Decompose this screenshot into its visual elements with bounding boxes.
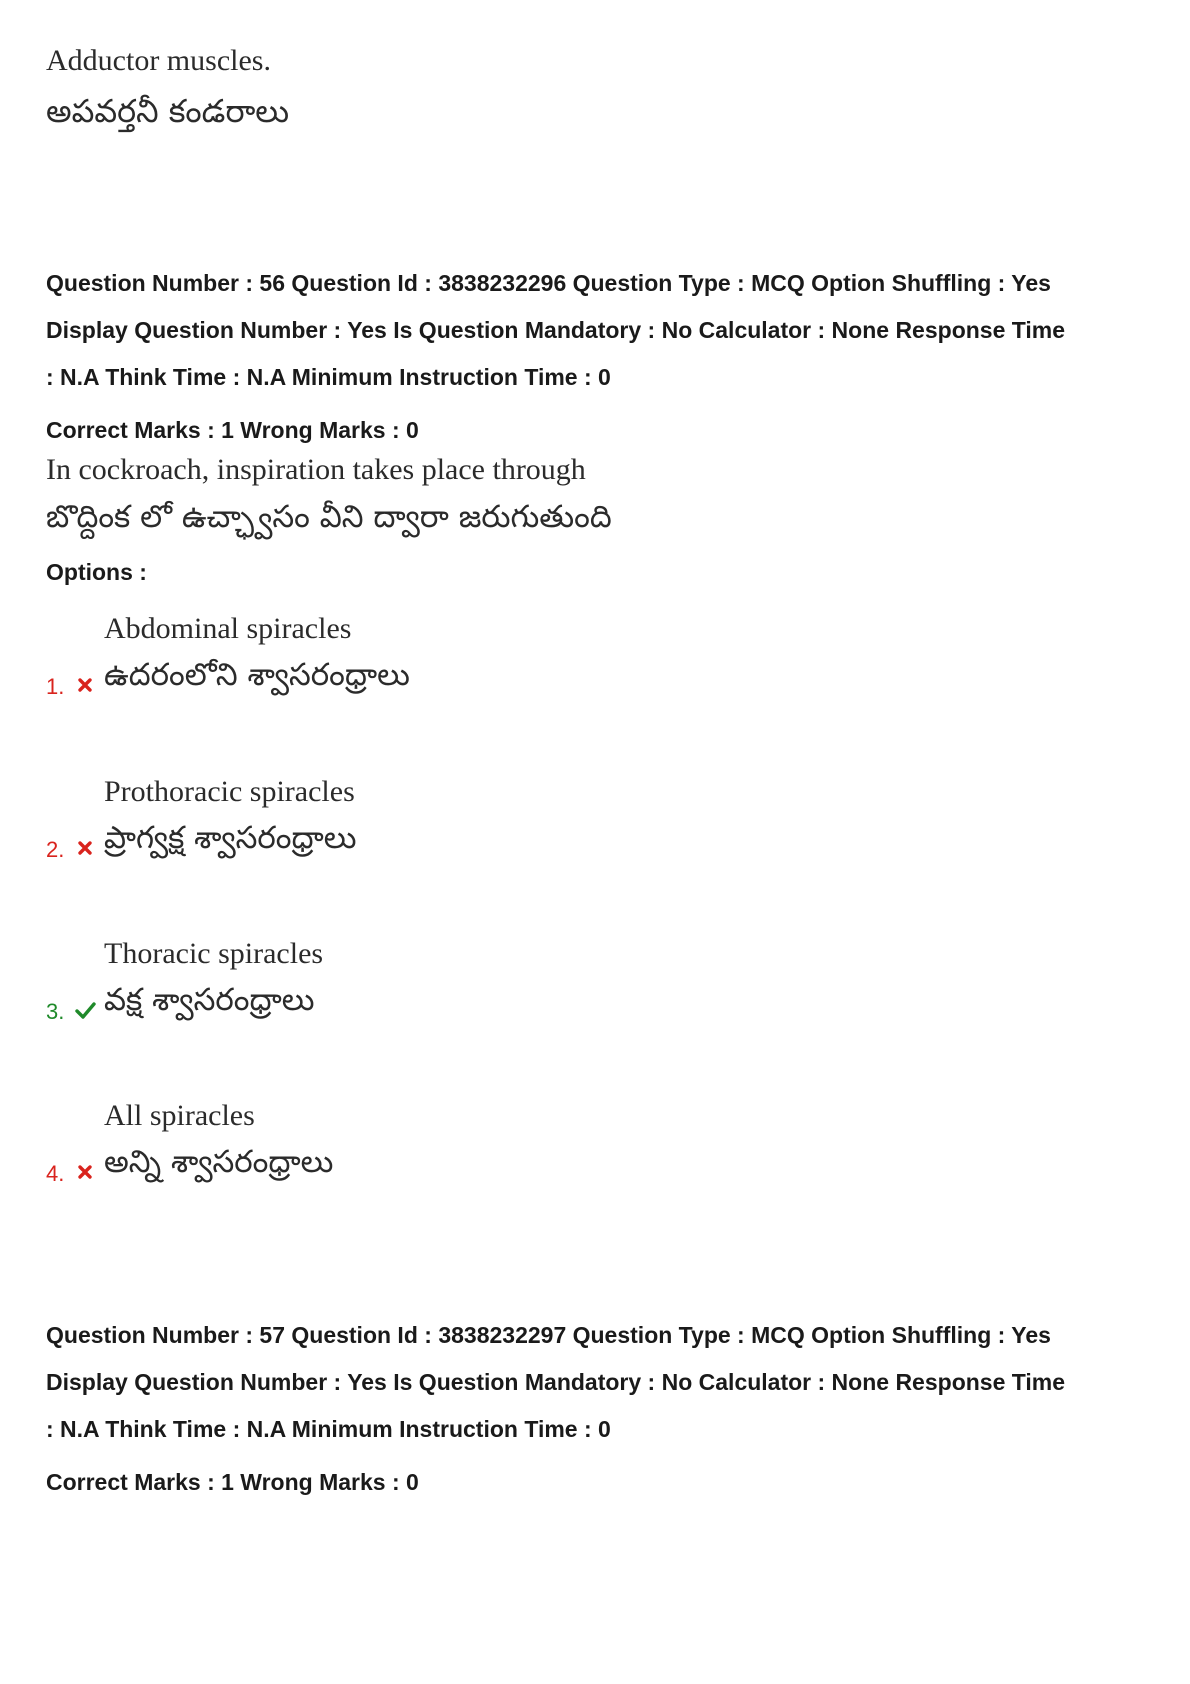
- previous-option-english: Adductor muscles.: [46, 44, 271, 77]
- option-text-telugu: అన్ని శ్వాసరంధ్రాలు: [104, 1144, 334, 1180]
- option-text-telugu: ఉదరంలోని శ్వాసరంధ్రాలు: [104, 657, 410, 693]
- option-text-english: All spiracles: [104, 1099, 255, 1132]
- option-text-english: Prothoracic spiracles: [104, 775, 355, 808]
- metadata-line: Question Number : 57 Question Id : 38382…: [46, 1322, 1051, 1348]
- question-57-metadata: Question Number : 57 Question Id : 38382…: [46, 1312, 1156, 1453]
- cross-icon: [78, 678, 92, 692]
- option-text-english: Abdominal spiracles: [104, 612, 352, 645]
- option-text-telugu: వక్ష శ్వాసరంధ్రాలు: [104, 982, 315, 1018]
- cross-icon: [78, 841, 92, 855]
- option-number: 4.: [46, 1161, 65, 1186]
- option-number: 3.: [46, 999, 65, 1024]
- question-text-telugu: బొద్దింక లో ఉచ్ఛ్వాసం వీని ద్వారా జరుగుత…: [46, 499, 612, 535]
- options-label: Options :: [46, 559, 147, 585]
- question-57-marks: Correct Marks : 1 Wrong Marks : 0: [46, 1469, 419, 1495]
- previous-option-telugu: అపవర్తనీ కండరాలు: [46, 92, 290, 130]
- metadata-line: Display Question Number : Yes Is Questio…: [46, 1369, 1066, 1395]
- option-text-telugu: ప్రాగ్వక్ష శ్వాసరంధ్రాలు: [104, 820, 357, 856]
- metadata-line: Display Question Number : Yes Is Questio…: [46, 317, 1066, 343]
- question-text-english: In cockroach, inspiration takes place th…: [46, 453, 586, 486]
- question-56-metadata: Question Number : 56 Question Id : 38382…: [46, 260, 1156, 401]
- metadata-line: Question Number : 56 Question Id : 38382…: [46, 270, 1051, 296]
- option-4: 4. All spiracles అన్ని శ్వాసరంధ్రాలు: [0, 1099, 1190, 1229]
- option-text-english: Thoracic spiracles: [104, 937, 324, 970]
- option-number: 1.: [46, 674, 65, 699]
- option-1: 1. Abdominal spiracles ఉదరంలోని శ్వాసరంధ…: [0, 612, 1190, 742]
- cross-icon: [78, 1165, 92, 1179]
- option-3: 3. Thoracic spiracles వక్ష శ్వాసరంధ్రాలు: [0, 937, 1190, 1067]
- metadata-line: : N.A Think Time : N.A Minimum Instructi…: [46, 364, 611, 390]
- metadata-line: : N.A Think Time : N.A Minimum Instructi…: [46, 1416, 611, 1442]
- option-number: 2.: [46, 837, 65, 862]
- question-56-marks: Correct Marks : 1 Wrong Marks : 0: [46, 417, 419, 443]
- option-2: 2. Prothoracic spiracles ప్రాగ్వక్ష శ్వా…: [0, 775, 1190, 905]
- check-icon: [75, 1002, 96, 1019]
